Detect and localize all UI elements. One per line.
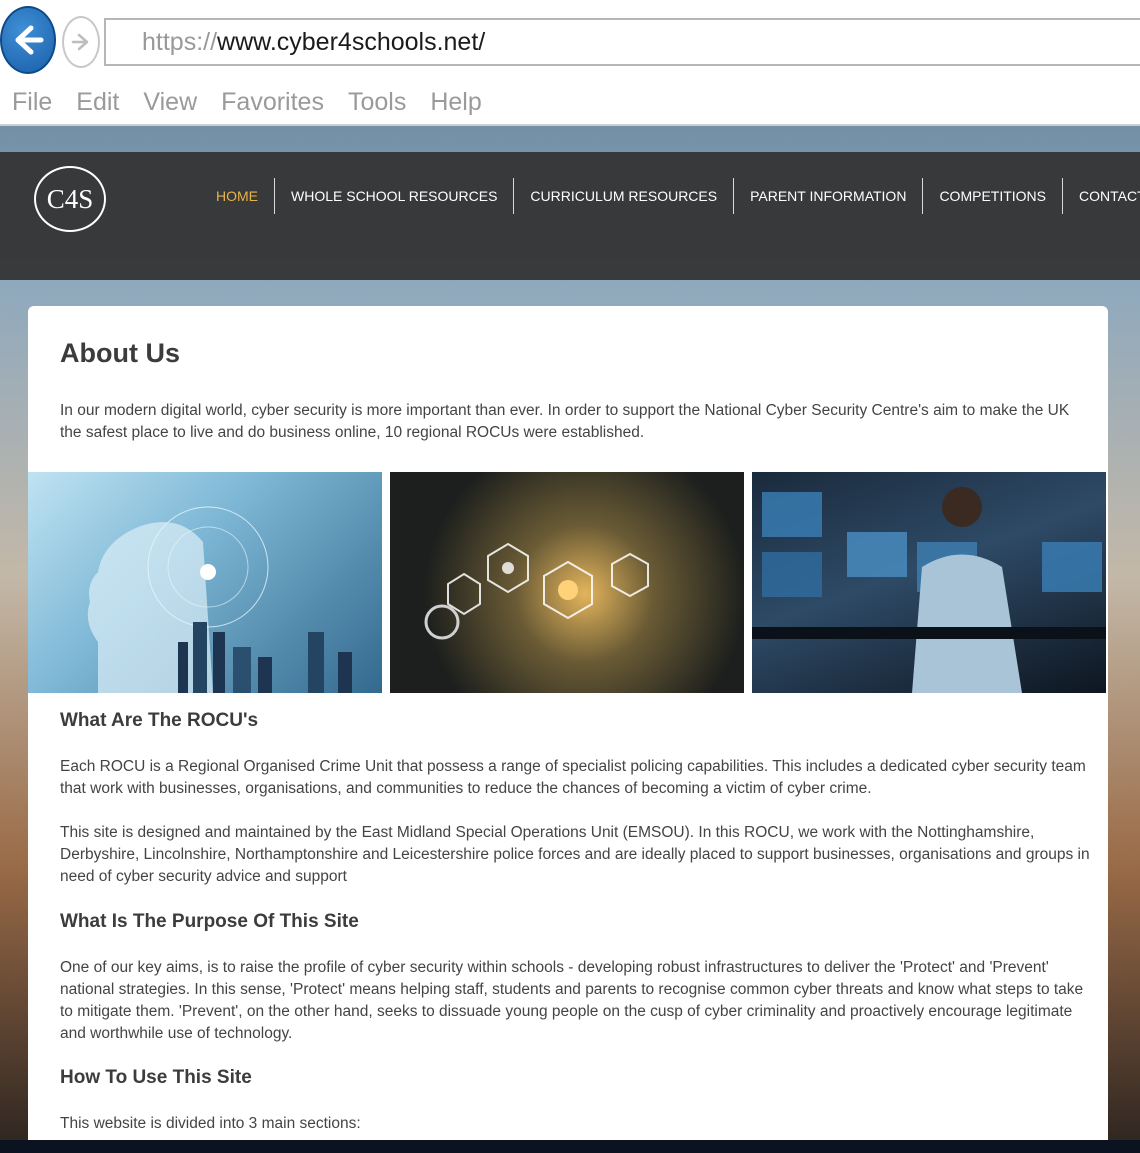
url-field[interactable]: https://www.cyber4schools.net/ [104,18,1140,66]
nav-contact-us[interactable]: CONTACT US [1062,178,1140,214]
browser-menu-bar: File Edit View Favorites Tools Help [0,80,1140,126]
intro-paragraph: In our modern digital world, cyber secur… [60,402,1070,441]
rocu-paragraph-1: Each ROCU is a Regional Organised Crime … [60,758,1086,797]
menu-file[interactable]: File [12,88,52,117]
nav-home[interactable]: HOME [200,178,274,214]
rocu-paragraph-2: This site is designed and maintained by … [60,824,1090,885]
menu-favorites[interactable]: Favorites [221,88,324,117]
image-strip [28,472,1108,693]
back-button[interactable] [0,6,56,74]
forward-button[interactable] [62,16,100,68]
how-to-paragraph: This website is divided into 3 main sect… [60,1115,361,1132]
page-title: About Us [60,338,180,368]
menu-help[interactable]: Help [430,88,481,117]
nav-whole-school-resources[interactable]: WHOLE SCHOOL RESOURCES [274,178,513,214]
section-heading-how-to: How To Use This Site [60,1067,252,1088]
security-operator-image [752,472,1106,693]
os-taskbar [0,1140,1140,1153]
content-card: About Us In our modern digital world, cy… [28,306,1108,1153]
main-nav: HOME WHOLE SCHOOL RESOURCES CURRICULUM R… [200,178,1140,214]
nav-curriculum-resources[interactable]: CURRICULUM RESOURCES [513,178,733,214]
hexagon-tech-image [390,472,744,693]
menu-edit[interactable]: Edit [76,88,119,117]
site-logo[interactable]: C4S [34,166,106,232]
section-heading-rocu: What Are The ROCU's [60,710,259,731]
menu-tools[interactable]: Tools [348,88,406,117]
ai-profile-image [28,472,382,693]
url-scheme: https:// [142,27,218,56]
nav-parent-information[interactable]: PARENT INFORMATION [733,178,922,214]
arrow-left-icon [15,25,44,55]
menu-view[interactable]: View [143,88,197,117]
browser-address-bar: https://www.cyber4schools.net/ [0,0,1140,80]
section-heading-purpose: What Is The Purpose Of This Site [60,911,359,932]
url-host: www.cyber4schools.net/ [217,27,486,56]
site-header: C4S HOME WHOLE SCHOOL RESOURCES CURRICUL… [0,152,1140,280]
purpose-paragraph: One of our key aims, is to raise the pro… [60,959,1084,1042]
arrow-right-icon [71,33,89,51]
nav-competitions[interactable]: COMPETITIONS [922,178,1062,214]
